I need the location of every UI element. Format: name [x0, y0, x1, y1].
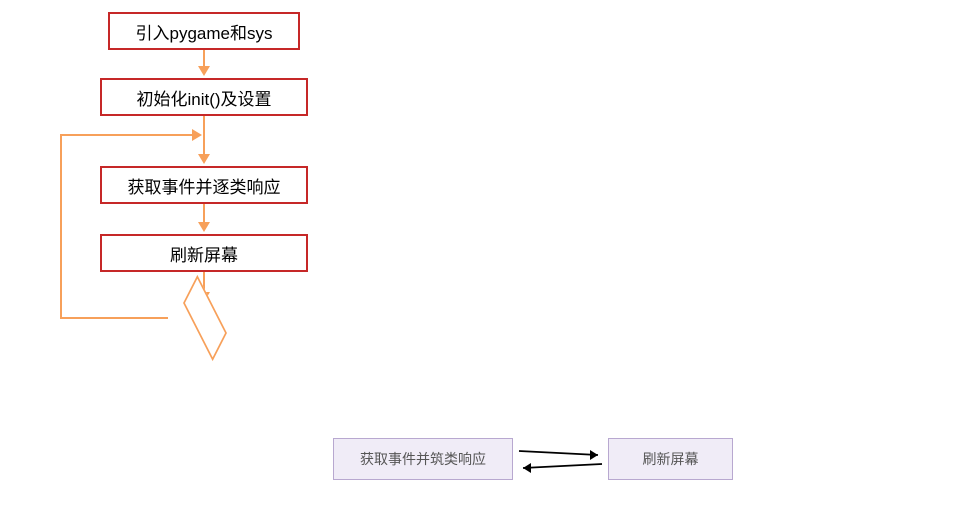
sub-left-box: 获取事件并筑类响应: [333, 438, 513, 480]
step-events: 获取事件并逐类响应: [100, 166, 308, 204]
sub-right-box: 刷新屏幕: [608, 438, 733, 480]
loopback-vertical: [60, 134, 62, 319]
step-refresh-label: 刷新屏幕: [170, 241, 238, 266]
loopback-bottom: [60, 317, 168, 319]
step-init-label: 初始化init()及设置: [136, 85, 271, 110]
sub-right-label: 刷新屏幕: [643, 449, 699, 469]
step-import: 引入pygame和sys: [108, 12, 300, 50]
bidirectional-arrows: [513, 442, 608, 476]
arrow-3-4: [203, 204, 205, 224]
step-init: 初始化init()及设置: [100, 78, 308, 116]
sub-left-label: 获取事件并筑类响应: [360, 449, 486, 469]
arrow-1-2: [203, 50, 205, 68]
loopback-top: [60, 134, 194, 136]
step-import-label: 引入pygame和sys: [136, 19, 273, 44]
step-refresh: 刷新屏幕: [100, 234, 308, 272]
step-events-label: 获取事件并逐类响应: [128, 173, 281, 198]
decision-diamond: [183, 275, 227, 361]
arrow-2-3: [203, 116, 205, 156]
